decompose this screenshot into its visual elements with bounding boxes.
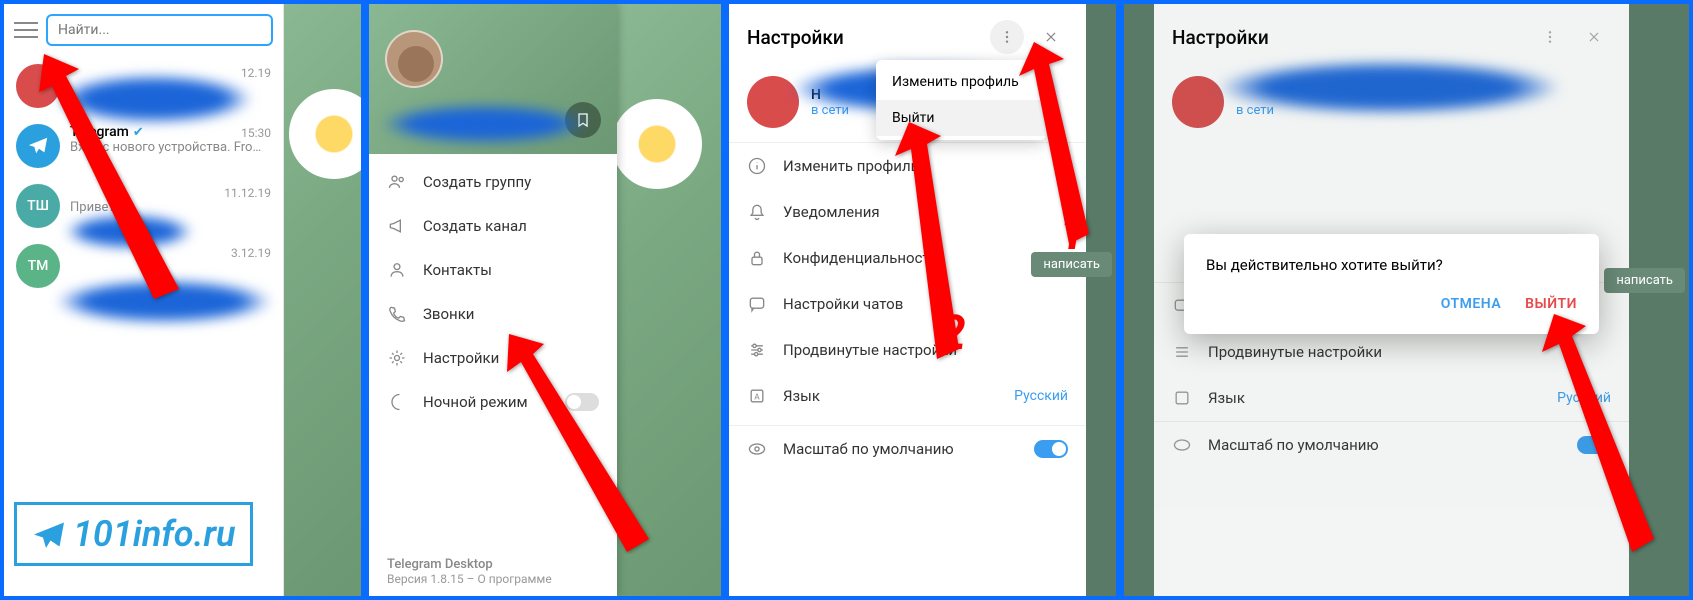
- settings-title: Настройки: [1172, 26, 1523, 49]
- chat-icon: [747, 294, 767, 314]
- close-icon: [1587, 30, 1601, 44]
- scale-toggle[interactable]: [1577, 436, 1611, 454]
- menu-calls[interactable]: Звонки: [369, 292, 617, 336]
- eye-icon: [747, 439, 767, 459]
- menu-settings[interactable]: Настройки: [369, 336, 617, 380]
- language-icon: [1172, 388, 1192, 408]
- chat-date: 11.12.19: [224, 186, 271, 200]
- megaphone-icon: [387, 216, 407, 236]
- panel-main-menu: Создать группу Создать канал Контакты Зв…: [365, 0, 725, 600]
- chat-name: Telegram: [70, 124, 129, 140]
- dropdown-logout[interactable]: Выйти: [876, 100, 1046, 136]
- avatar: [16, 64, 60, 108]
- settings-notifications[interactable]: Уведомления: [729, 189, 1086, 235]
- info-icon: [747, 156, 767, 176]
- chat-row[interactable]: ТМ 3.12.19: [4, 236, 283, 296]
- eye-icon: [1172, 435, 1192, 455]
- cancel-button[interactable]: ОТМЕНА: [1441, 296, 1501, 312]
- more-dropdown: Изменить профиль Выйти: [876, 60, 1046, 140]
- chat-row[interactable]: Telegram ✔ Вход с нового устройства. Fro…: [4, 116, 283, 176]
- settings-advanced[interactable]: Продвинутые настройки: [1154, 329, 1629, 375]
- menu-create-channel[interactable]: Создать канал: [369, 204, 617, 248]
- panel-logout-dialog: Настройки в сети Настройки чатов Продвин…: [1120, 0, 1693, 600]
- drawer-menu: Создать группу Создать канал Контакты Зв…: [369, 4, 617, 596]
- background: [617, 4, 721, 596]
- profile-avatar: [1172, 76, 1224, 128]
- menu-contacts[interactable]: Контакты: [369, 248, 617, 292]
- moon-icon: [387, 392, 407, 412]
- close-button[interactable]: [1034, 20, 1068, 54]
- menu-create-group[interactable]: Создать группу: [369, 160, 617, 204]
- scale-toggle[interactable]: [1034, 440, 1068, 458]
- night-mode-toggle[interactable]: [565, 393, 599, 411]
- dots-vertical-icon: [999, 29, 1015, 45]
- language-value: Русский: [1557, 390, 1611, 406]
- menu-icon[interactable]: [14, 22, 38, 38]
- avatar: [16, 124, 60, 168]
- sliders-icon: [1172, 342, 1192, 362]
- lock-icon: [747, 248, 767, 268]
- verified-icon: ✔: [133, 125, 144, 140]
- search-input[interactable]: [46, 14, 273, 46]
- more-menu-button[interactable]: [1533, 20, 1567, 54]
- profile-avatar[interactable]: [747, 76, 799, 128]
- online-status: в сети: [811, 103, 849, 118]
- sliders-icon: [747, 340, 767, 360]
- settings-edit-profile[interactable]: Изменить профиль: [729, 143, 1086, 189]
- chat-preview: Вход с нового устройства. From...: [70, 140, 271, 155]
- background: [284, 4, 361, 596]
- settings-chat[interactable]: Настройки чатов: [729, 281, 1086, 327]
- dropdown-edit-profile[interactable]: Изменить профиль: [876, 64, 1046, 100]
- menu-footer: Telegram Desktop Версия 1.8.15 – О прогр…: [387, 557, 552, 586]
- language-icon: A: [747, 386, 767, 406]
- saved-messages-icon[interactable]: [565, 102, 601, 138]
- contacts-icon: [387, 260, 407, 280]
- panel-settings: Настройки Изменить профиль Выйти H в сет…: [725, 0, 1120, 600]
- settings-pane: Настройки Изменить профиль Выйти H в сет…: [729, 4, 1086, 596]
- language-value: Русский: [1014, 388, 1068, 404]
- gear-icon: [387, 348, 407, 368]
- write-button[interactable]: написать: [1604, 268, 1685, 293]
- chat-date: 3.12.19: [231, 246, 271, 260]
- chat-date: 12.19: [241, 66, 271, 80]
- profile-avatar[interactable]: [385, 30, 443, 88]
- online-status: в сети: [1236, 103, 1274, 118]
- menu-night-mode[interactable]: Ночной режим: [369, 380, 617, 424]
- watermark: 101info.ru: [14, 502, 253, 566]
- logout-confirm-button[interactable]: ВЫЙТИ: [1525, 296, 1577, 312]
- panel-chat-list: 12.19 Telegram ✔ Вход с нового устройств…: [0, 0, 365, 600]
- more-menu-button[interactable]: [990, 20, 1024, 54]
- version-link[interactable]: Версия 1.8.15 – О программе: [387, 572, 552, 586]
- avatar: ТШ: [16, 184, 60, 228]
- settings-title: Настройки: [747, 26, 980, 49]
- settings-language[interactable]: AЯзыкРусский: [729, 373, 1086, 419]
- menu-header: [369, 4, 617, 154]
- chat-row[interactable]: 12.19: [4, 56, 283, 116]
- bell-icon: [747, 202, 767, 222]
- svg-text:A: A: [754, 392, 760, 402]
- phone-icon: [387, 304, 407, 324]
- logout-dialog: Вы действительно хотите выйти? ОТМЕНА ВЫ…: [1184, 234, 1599, 334]
- settings-advanced[interactable]: Продвинутые настройки: [729, 327, 1086, 373]
- settings-scale[interactable]: Масштаб по умолчанию: [729, 425, 1086, 472]
- settings-language[interactable]: ЯзыкРусский: [1154, 375, 1629, 421]
- settings-scale[interactable]: Масштаб по умолчанию: [1154, 421, 1629, 468]
- avatar: ТМ: [16, 244, 60, 288]
- group-icon: [387, 172, 407, 192]
- dialog-message: Вы действительно хотите выйти?: [1206, 256, 1577, 274]
- write-button[interactable]: написать: [1031, 252, 1112, 277]
- close-icon: [1044, 30, 1058, 44]
- close-button[interactable]: [1577, 20, 1611, 54]
- dots-vertical-icon: [1542, 29, 1558, 45]
- chat-date: 15:30: [241, 126, 271, 140]
- chat-row[interactable]: ТШ Привет 11.12.19: [4, 176, 283, 236]
